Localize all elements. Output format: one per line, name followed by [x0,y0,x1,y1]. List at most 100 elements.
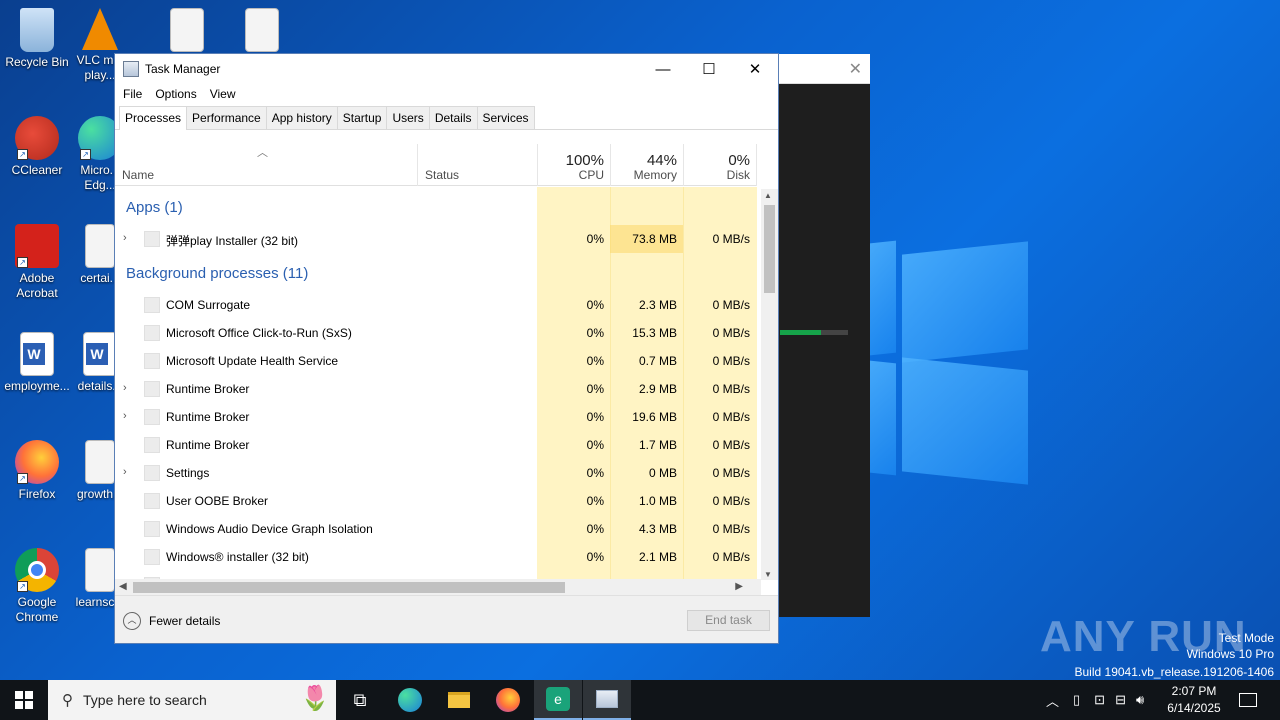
process-memory: 2.9 MB [638,382,677,396]
table-row[interactable]: COM Surrogate 0% 2.3 MB 0 MB/s [115,291,757,319]
table-row[interactable]: User OOBE Broker 0% 1.0 MB 0 MB/s [115,487,757,515]
tab-services[interactable]: Services [476,106,535,129]
horizontal-scrollbar[interactable]: ◀ ▶ [115,579,761,596]
scroll-down-icon[interactable]: ▼ [764,570,772,579]
process-name: User OOBE Broker [166,494,269,508]
wallpaper-pane [902,357,1028,485]
tab-performance[interactable]: Performance [186,106,267,129]
process-name: Microsoft Office Click-to-Run (SxS) [166,326,352,340]
desktop-icon-adobe-acrobat[interactable]: ↗ Adobe Acrobat [0,224,74,301]
taskbar-task-manager-button[interactable] [583,680,631,720]
taskbar-firefox-button[interactable] [484,680,532,720]
task-view-button[interactable]: ⧉ [336,680,384,720]
tab-processes[interactable]: Processes [119,106,188,130]
taskbar-clock[interactable]: 2:07 PM 6/14/2025 [1164,683,1224,717]
clock-date: 6/14/2025 [1167,701,1221,715]
windows-logo-icon [15,691,33,709]
desktop-icon-recycle-bin[interactable]: Recycle Bin [0,8,74,70]
table-row[interactable]: Microsoft Update Health Service 0% 0.7 M… [115,347,757,375]
table-row[interactable]: Runtime Broker 0% 1.7 MB 0 MB/s [115,431,757,459]
tab-strip: Processes Performance App history Startu… [115,106,778,130]
desktop-icon-firefox[interactable]: ↗ Firefox [0,440,74,502]
scroll-right-icon[interactable]: ▶ [735,581,743,592]
expand-chevron-icon[interactable]: › [123,410,127,422]
close-icon[interactable]: ✕ [849,59,862,79]
vertical-scrollbar[interactable]: ▲ ▼ [761,189,778,580]
scroll-left-icon[interactable]: ◀ [119,581,127,592]
desktop-icon-word-doc[interactable]: W employme... [0,332,74,394]
column-header-memory[interactable]: 44% Memory [611,144,684,186]
test-mode-label: Test Mode [1218,631,1274,645]
tab-users[interactable]: Users [386,106,430,129]
scroll-up-icon[interactable]: ▲ [764,191,772,200]
memory-total-percent: 44% [646,152,677,169]
desktop-icon-image-file[interactable] [150,8,224,55]
expand-chevron-icon[interactable]: › [123,466,127,478]
menu-options[interactable]: Options [155,87,196,101]
menu-view[interactable]: View [210,87,236,101]
minimize-button[interactable]: — [640,54,686,84]
table-row[interactable]: › 弹弹play Installer (32 bit) 0% 73.8 MB 0… [115,225,757,253]
firefox-icon: ↗ [15,440,59,484]
wired-network-icon[interactable]: ⊟ [1115,692,1126,708]
fewer-details-button[interactable]: ︿ Fewer details [123,612,220,630]
action-center-button[interactable] [1224,680,1272,720]
desktop-icon-ccleaner[interactable]: ↗ CCleaner [0,116,74,178]
vertical-scroll-thumb[interactable] [764,205,775,293]
windows-edition-label: Windows 10 Pro [1186,647,1274,661]
column-header-name[interactable]: ︿ Name [115,144,418,186]
column-header-disk[interactable]: 0% Disk [684,144,757,186]
table-row[interactable]: › Runtime Broker 0% 2.9 MB 0 MB/s [115,375,757,403]
process-icon [144,493,160,509]
tablet-icon[interactable]: ▯ [1073,692,1080,708]
maximize-button[interactable]: ☐ [686,54,732,84]
desktop-icon-label: Adobe Acrobat [16,271,58,300]
desktop-icon-image-file[interactable] [225,8,299,55]
task-view-icon: ⧉ [353,689,367,710]
title-bar[interactable]: Task Manager — ☐ ✕ [115,54,778,84]
table-row[interactable]: Microsoft Office Click-to-Run (SxS) 0% 1… [115,319,757,347]
taskbar-edge-button[interactable] [386,680,434,720]
process-cpu: 0% [586,410,604,424]
process-cpu: 0% [586,494,604,508]
horizontal-scroll-thumb[interactable] [133,582,565,593]
group-header-background[interactable]: Background processes (11) [126,265,308,282]
desktop-icon-label: employme... [4,379,70,393]
column-disk-label: Disk [726,168,750,182]
volume-icon[interactable]: 🔊︎ [1136,692,1144,708]
tab-startup[interactable]: Startup [336,106,388,129]
taskbar-installer-button[interactable]: e [534,680,582,720]
table-row[interactable]: Windows® installer (32 bit) 0% 2.1 MB 0 … [115,543,757,571]
table-row[interactable]: › Runtime Broker 0% 19.6 MB 0 MB/s [115,403,757,431]
footer-bar: ︿ Fewer details End task [115,595,778,643]
process-name: Microsoft Update Health Service [166,354,339,368]
installer-progress-bar [780,330,848,335]
taskbar-search-box[interactable]: ⚲ Type here to search 🌷 [48,680,336,720]
taskbar-file-explorer-button[interactable] [435,680,483,720]
network-icon[interactable]: ⊡ [1094,692,1105,708]
group-header-apps[interactable]: Apps (1) [126,199,183,216]
firefox-icon [496,688,520,712]
process-disk: 0 MB/s [712,298,750,312]
expand-chevron-icon[interactable]: › [123,232,127,244]
background-installer-window[interactable]: ✕ [776,54,870,617]
task-manager-window[interactable]: Task Manager — ☐ ✕ File Options View Pro… [114,53,779,644]
table-row[interactable]: Windows Audio Device Graph Isolation 0% … [115,515,757,543]
expand-chevron-icon[interactable]: › [123,382,127,394]
taskbar: ⚲ Type here to search 🌷 ⧉ e ︿ ▯ ⊡ ⊟ 🔊︎ 2… [0,680,1280,720]
menu-file[interactable]: File [123,87,142,101]
tab-app-history[interactable]: App history [265,106,338,129]
desktop-icon-google-chrome[interactable]: ↗ Google Chrome [0,548,74,625]
process-cpu: 0% [586,326,604,340]
process-memory: 1.0 MB [638,494,677,508]
background-window-titlebar[interactable]: ✕ [776,54,870,84]
tab-details[interactable]: Details [428,106,478,129]
process-icon [144,549,160,565]
start-button[interactable] [0,680,48,720]
close-button[interactable]: ✕ [732,54,778,84]
column-header-cpu[interactable]: 100% CPU [538,144,611,186]
table-row[interactable]: › Settings 0% 0 MB 0 MB/s [115,459,757,487]
column-header-status[interactable]: Status [418,144,538,186]
show-hidden-icons-chevron-icon[interactable]: ︿ [1046,691,1059,710]
end-task-button[interactable]: End task [687,610,770,631]
